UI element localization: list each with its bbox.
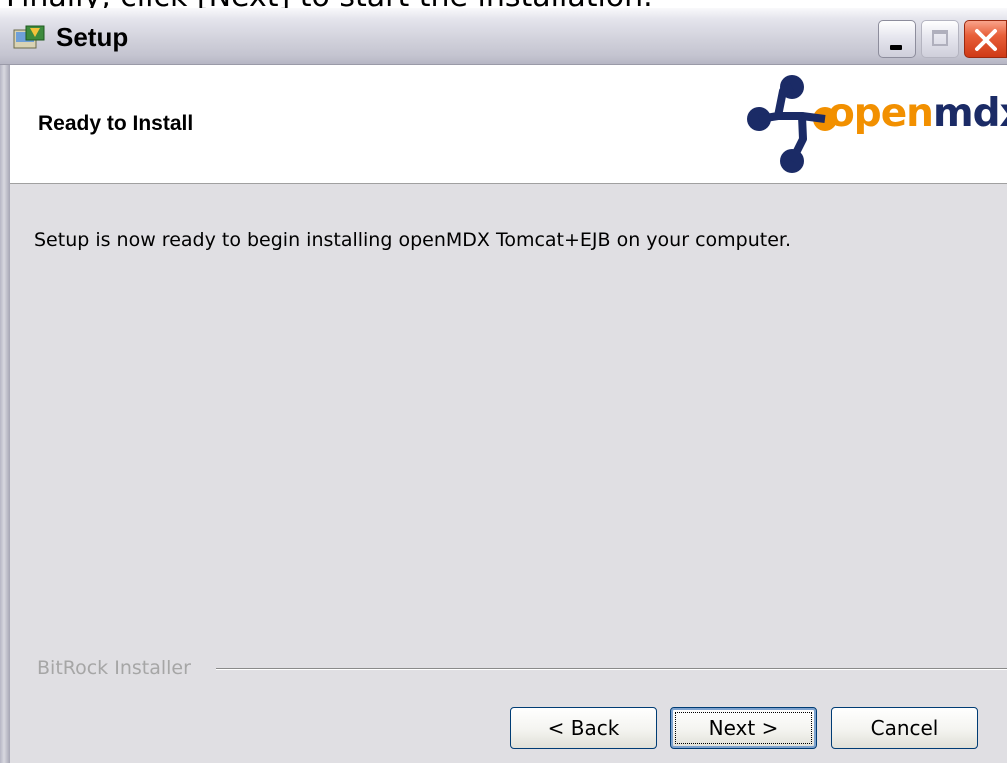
page-title: Ready to Install [38,112,194,135]
close-icon [975,29,997,51]
setup-icon [12,24,46,50]
ready-message: Setup is now ready to begin installing o… [34,229,791,251]
window-title: Setup [56,22,129,52]
close-button[interactable] [964,20,1007,58]
minimize-button[interactable] [878,20,916,58]
next-button[interactable]: Next > [670,707,817,749]
screen: Finally, click [Next] to start the insta… [0,0,1007,763]
cancel-button[interactable]: Cancel [831,707,978,749]
maximize-button [921,20,959,58]
logo-text-mdx: mdx [932,91,1007,136]
logo-text-open: open [828,91,934,136]
wizard-client-area: Ready to Install openmdx [10,65,1007,763]
openmdx-logo-text: openmdx [828,91,1007,136]
back-button[interactable]: < Back [510,707,657,749]
minimize-icon [890,45,902,50]
focus-rectangle [675,712,812,744]
footer-divider [216,668,1007,670]
wizard-header: Ready to Install openmdx [10,65,1007,184]
window-frame [0,65,10,763]
installer-brand-label: BitRock Installer [37,657,191,679]
maximize-icon [932,30,948,46]
title-bar[interactable]: Setup [0,8,1007,65]
openmdx-logo-mark [747,75,837,173]
openmdx-logo: openmdx [745,69,1007,181]
setup-window: Setup Ready to Install openmd Setup is n… [0,8,1007,763]
